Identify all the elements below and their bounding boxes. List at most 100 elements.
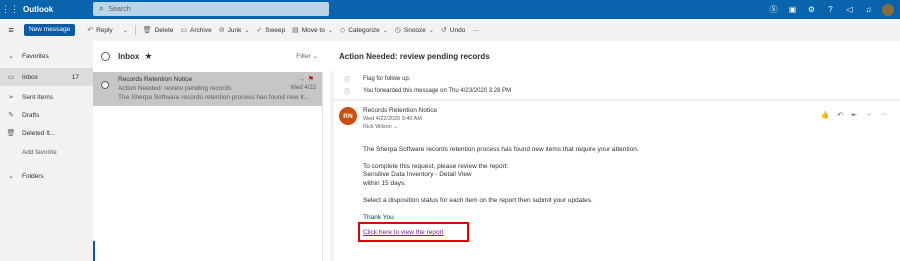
reply-dropdown[interactable]: ⌄ — [120, 27, 128, 34]
reply-label: Reply — [96, 26, 113, 34]
more-icon[interactable]: ··· — [880, 111, 887, 119]
reply-all-icon[interactable]: ↞ — [851, 111, 857, 119]
sender-avatar[interactable]: RN — [339, 107, 357, 125]
app-launcher-icon[interactable]: ⋮⋮ — [0, 0, 20, 19]
view-report-link[interactable]: Click here to view the report — [363, 229, 444, 236]
delete-button[interactable]: 🗑 Delete — [143, 26, 174, 35]
junk-label: Junk — [227, 26, 242, 34]
command-bar: ≡ New message ↶ Reply ⌄ 🗑 Delete ▭ Archive … — [0, 19, 900, 41]
favorites-label: Favorites — [22, 52, 49, 60]
hamburger-menu-icon[interactable]: ≡ — [0, 25, 22, 35]
message-list: Inbox ★ Filter ⌄ Records Retention Notic… — [93, 41, 330, 261]
move-to-button[interactable]: ▤ Move to ⌄ — [292, 26, 333, 35]
body-line: within 15 days. — [363, 180, 406, 187]
message-quick-actions: → ⚑ — [298, 75, 314, 83]
nav-item-drafts[interactable]: ✎ Drafts — [0, 106, 93, 124]
list-item[interactable]: Records Retention Notice → ⚑ Action Neede… — [93, 72, 323, 106]
list-divider — [322, 72, 323, 261]
snooze-label: Snooze — [403, 26, 426, 34]
email-actions: 👍 ↶ ↞ → ··· — [821, 111, 887, 119]
chevron-down-icon: ⌄ — [327, 27, 333, 34]
sender-name[interactable]: Records Retention Notice — [363, 107, 437, 114]
scroll-indicator[interactable] — [93, 241, 95, 261]
chevron-down-icon: ⌄ — [428, 27, 434, 34]
flag-icon[interactable]: ⚑ — [308, 76, 314, 83]
undo-label: Undo — [449, 26, 466, 34]
settings-icon[interactable]: ⚙ — [802, 5, 821, 14]
chevron-down-icon: ⌄ — [244, 27, 250, 34]
forwarded-icon: → — [297, 76, 305, 83]
message-select-radio[interactable] — [101, 81, 109, 89]
reply-icon: ↶ — [87, 27, 94, 34]
reply-icon[interactable]: ↶ — [837, 111, 843, 119]
list-header: Inbox ★ Filter ⌄ — [93, 41, 330, 71]
favorites-header[interactable]: ⌄ Favorites — [0, 47, 93, 65]
message-preview: The Sherpa Software records retention pr… — [118, 94, 310, 101]
body-line: Sensitive Data Inventory - Detail View — [363, 171, 472, 178]
info-icon: ⓘ — [343, 78, 350, 84]
more-options-button[interactable]: ··· — [472, 27, 479, 34]
folders-header[interactable]: ⌄ Folders — [0, 167, 93, 185]
search-box[interactable]: ⌕ Search — [93, 2, 329, 16]
body-line: The Sherpa Software records retention pr… — [363, 146, 639, 153]
add-favorite-link[interactable]: Add favorite — [0, 143, 93, 161]
sweep-label: Sweep — [265, 26, 286, 34]
bell-icon[interactable]: ♫ — [859, 5, 878, 14]
search-icon: ⌕ — [99, 4, 104, 13]
forward-icon[interactable]: → — [865, 111, 872, 119]
help-icon[interactable]: ? — [821, 5, 840, 14]
folder-move-icon: ▤ — [292, 27, 299, 34]
folders-label: Folders — [22, 172, 44, 180]
new-message-button[interactable]: New message — [24, 24, 76, 36]
categorize-label: Categorize — [348, 26, 380, 34]
forward-note: You forwarded this message on Thu 4/23/2… — [363, 87, 512, 94]
block-icon: ⊘ — [218, 27, 225, 34]
chevron-down-icon: ⌄ — [382, 27, 388, 34]
clock-icon: ◷ — [394, 27, 401, 34]
message-subject: Action Needed: review pending records — [118, 85, 232, 92]
flag-info: ⓘ Flag for follow up. — [342, 75, 410, 85]
teams-icon[interactable]: ▣ — [783, 5, 802, 14]
email-subject: Action Needed: review pending records — [330, 41, 900, 71]
pencil-icon: ✎ — [8, 112, 14, 119]
archive-button[interactable]: ▭ Archive — [180, 26, 212, 35]
recipient[interactable]: Rick Wilson ⌄ — [363, 124, 398, 130]
inbox-icon: ▭ — [7, 74, 15, 81]
reading-pane: Action Needed: review pending records ⓘ F… — [330, 41, 900, 261]
message-date: Wed 4/22 — [290, 85, 316, 91]
chevron-down-icon: ⌄ — [8, 53, 14, 60]
nav-item-deleted[interactable]: 🗑 Deleted It... — [0, 124, 93, 142]
select-all-checkbox[interactable] — [101, 51, 110, 61]
like-icon[interactable]: 👍 — [821, 111, 830, 119]
folder-pane: ⌄ Favorites ▭ Inbox 17 ➢ Sent Items ✎ Drafts … — [0, 41, 93, 261]
app-name[interactable]: Outlook — [23, 5, 93, 14]
star-icon[interactable]: ★ — [144, 51, 152, 62]
inbox-label: Inbox — [22, 73, 38, 81]
nav-item-sent[interactable]: ➢ Sent Items — [0, 88, 93, 106]
broom-icon: ✓ — [256, 27, 263, 34]
archive-label: Archive — [190, 26, 212, 34]
undo-icon: ↺ — [440, 27, 447, 34]
user-avatar[interactable] — [882, 3, 894, 16]
recipient-name: Rick Wilson — [363, 124, 392, 130]
categorize-button[interactable]: ◇ Categorize ⌄ — [340, 26, 388, 35]
filter-label: Filter — [296, 53, 311, 60]
sent-items-label: Sent Items — [22, 93, 54, 101]
skype-icon[interactable]: Ⓢ — [764, 4, 783, 15]
top-bar: ⋮⋮ Outlook ⌕ Search Ⓢ ▣ ⚙ ? ◁ ♫ — [0, 0, 900, 19]
email-card: RN Records Retention Notice Wed 4/22/202… — [334, 100, 900, 261]
undo-button[interactable]: ↺ Undo — [440, 26, 466, 35]
megaphone-icon[interactable]: ◁ — [840, 5, 859, 14]
filter-button[interactable]: Filter ⌄ — [296, 52, 318, 60]
sweep-button[interactable]: ✓ Sweep — [256, 26, 286, 35]
add-favorite-label: Add favorite — [22, 148, 57, 156]
info-bar: ⓘ Flag for follow up. ⓘ You forwarded this… — [334, 71, 900, 99]
delete-label: Delete — [154, 26, 174, 34]
nav-item-inbox[interactable]: ▭ Inbox 17 — [0, 68, 93, 86]
unread-count: 17 — [71, 73, 79, 81]
reply-button[interactable]: ↶ Reply — [87, 26, 113, 35]
search-placeholder: Search — [108, 5, 131, 13]
snooze-button[interactable]: ◷ Snooze ⌄ — [394, 26, 434, 35]
junk-button[interactable]: ⊘ Junk ⌄ — [218, 26, 250, 35]
message-sender: Records Retention Notice — [118, 76, 193, 83]
